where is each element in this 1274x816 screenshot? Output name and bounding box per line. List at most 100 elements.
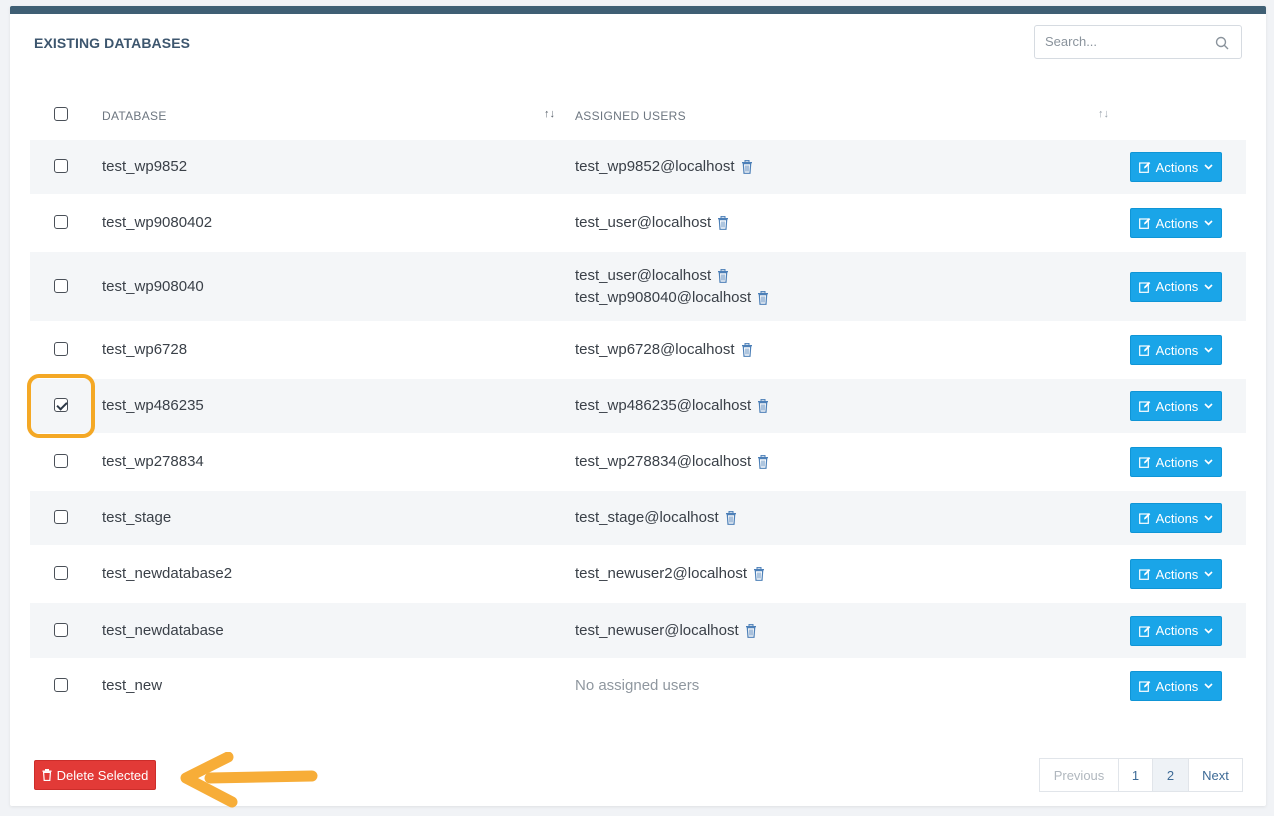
actions-dropdown-button[interactable]: Actions — [1130, 335, 1222, 365]
actions-dropdown-button[interactable]: Actions — [1130, 671, 1222, 701]
sort-database-icon[interactable]: ↑↓ — [544, 108, 555, 120]
actions-dropdown-button[interactable]: Actions — [1130, 615, 1222, 646]
actions-dropdown-button[interactable]: Actions — [1130, 559, 1222, 589]
assigned-users: test_wp6728@localhost — [575, 339, 753, 361]
delete-selected-button[interactable]: Delete Selected — [34, 760, 156, 790]
selected-checkbox-highlight — [27, 374, 95, 438]
column-header-assigned-users[interactable]: ASSIGNED USERS — [575, 109, 686, 123]
row-checkbox[interactable] — [54, 215, 68, 229]
row-checkbox[interactable] — [54, 159, 68, 173]
assigned-user-label: test_stage@localhost — [575, 509, 719, 526]
actions-label: Actions — [1155, 342, 1199, 358]
search-icon[interactable] — [1215, 36, 1229, 50]
actions-label: Actions — [1155, 279, 1199, 294]
pagination: Previous 1 2 Next — [1039, 758, 1243, 792]
no-assigned-users-label: No assigned users — [575, 677, 700, 694]
edit-icon — [1138, 401, 1150, 412]
actions-dropdown-button[interactable]: Actions — [1130, 447, 1222, 477]
table-row: test_wp908040 test_user@localhost test_wp9… — [30, 252, 1246, 321]
actions-label: Actions — [1155, 623, 1199, 638]
assigned-users: test_wp278834@localhost — [575, 451, 769, 473]
pointer-arrow-icon — [180, 752, 318, 808]
assigned-users: test_wp9852@localhost — [575, 156, 753, 178]
table-row: test_new No assigned users Actions — [30, 658, 1246, 714]
row-checkbox[interactable] — [54, 454, 68, 468]
actions-label: Actions — [1155, 678, 1199, 694]
panel-title: EXISTING DATABASES — [34, 35, 191, 51]
assigned-users: test_user@localhost test_wp908040@localho… — [575, 265, 769, 309]
pagination-previous[interactable]: Previous — [1039, 758, 1119, 792]
trash-icon[interactable] — [741, 160, 753, 174]
chevron-down-icon — [1204, 220, 1213, 226]
database-name: test_stage — [102, 509, 172, 526]
row-checkbox[interactable] — [54, 678, 68, 692]
table-row: test_wp486235 test_wp486235@localhost Acti… — [30, 379, 1246, 433]
pagination-page-2[interactable]: 2 — [1152, 758, 1189, 792]
chevron-down-icon — [1204, 459, 1213, 465]
row-checkbox[interactable] — [54, 278, 68, 293]
actions-dropdown-button[interactable]: Actions — [1130, 152, 1222, 182]
table-row: test_newdatabase2 test_newuser2@localhost… — [30, 545, 1246, 603]
assigned-users: test_stage@localhost — [575, 507, 737, 529]
databases-panel: EXISTING DATABASES DATABASE ↑↓ ASSIGNED … — [10, 6, 1266, 808]
column-header-database[interactable]: DATABASE — [102, 109, 167, 123]
assigned-user: test_stage@localhost — [575, 507, 737, 529]
edit-icon — [1138, 457, 1150, 468]
chevron-down-icon — [1204, 627, 1213, 634]
actions-dropdown-button[interactable]: Actions — [1130, 208, 1222, 238]
trash-icon[interactable] — [757, 290, 769, 305]
actions-dropdown-button[interactable]: Actions — [1130, 503, 1222, 533]
row-checkbox[interactable] — [54, 566, 68, 580]
row-checkbox[interactable] — [54, 622, 68, 637]
trash-icon[interactable] — [741, 343, 753, 357]
assigned-user-label: test_wp9852@localhost — [575, 158, 735, 175]
trash-icon[interactable] — [757, 399, 769, 413]
table-row: test_wp9080402 test_user@localhost Actions — [30, 194, 1246, 252]
assigned-user-label: test_wp6728@localhost — [575, 341, 735, 358]
pagination-next[interactable]: Next — [1188, 758, 1243, 792]
table-row: test_wp278834 test_wp278834@localhost Acti… — [30, 433, 1246, 491]
select-all-checkbox[interactable] — [54, 107, 68, 121]
edit-icon — [1138, 569, 1150, 580]
assigned-user: test_wp6728@localhost — [575, 339, 753, 361]
search-box[interactable] — [1034, 25, 1242, 59]
delete-selected-label: Delete Selected — [56, 767, 149, 783]
database-name: test_newdatabase — [102, 621, 224, 639]
actions-dropdown-button[interactable]: Actions — [1130, 271, 1222, 302]
edit-icon — [1138, 281, 1150, 293]
edit-icon — [1138, 345, 1150, 356]
table-row: test_stage test_stage@localhost Actions — [30, 491, 1246, 545]
database-name: test_new — [102, 677, 163, 694]
database-name: test_wp486235 — [102, 397, 204, 414]
trash-icon[interactable] — [745, 623, 757, 638]
assigned-user: test_wp908040@localhost — [575, 287, 769, 309]
table-row: test_wp6728 test_wp6728@localhost Actions — [30, 321, 1246, 379]
trash-icon[interactable] — [757, 455, 769, 469]
trash-icon[interactable] — [753, 567, 765, 581]
assigned-user-label: test_wp278834@localhost — [575, 453, 752, 470]
pagination-page-1[interactable]: 1 — [1118, 758, 1153, 792]
assigned-user: test_user@localhost — [575, 265, 769, 287]
database-name: test_wp278834 — [102, 453, 204, 470]
assigned-user-label: test_wp908040@localhost — [575, 288, 752, 306]
search-input[interactable] — [1045, 34, 1205, 49]
table-row: test_wp9852 test_wp9852@localhost Actions — [30, 140, 1246, 194]
assigned-user-label: test_newuser@localhost — [575, 621, 739, 639]
sort-users-icon[interactable]: ↑↓ — [1098, 108, 1109, 120]
actions-label: Actions — [1155, 398, 1199, 414]
trash-icon[interactable] — [717, 268, 729, 283]
trash-icon[interactable] — [717, 216, 729, 230]
database-name: test_wp9852 — [102, 158, 188, 175]
edit-icon — [1138, 218, 1150, 229]
table-row: test_newdatabase test_newuser@localhost Ac… — [30, 603, 1246, 658]
actions-label: Actions — [1155, 215, 1199, 231]
assigned-user-label: test_user@localhost — [575, 266, 712, 284]
chevron-down-icon — [1204, 403, 1213, 409]
actions-dropdown-button[interactable]: Actions — [1130, 391, 1222, 421]
row-checkbox[interactable] — [54, 510, 68, 524]
trash-icon[interactable] — [725, 511, 737, 525]
assigned-user-label: test_newuser2@localhost — [575, 565, 747, 582]
chevron-down-icon — [1204, 347, 1213, 353]
row-checkbox[interactable] — [54, 342, 68, 356]
edit-icon — [1138, 681, 1150, 692]
